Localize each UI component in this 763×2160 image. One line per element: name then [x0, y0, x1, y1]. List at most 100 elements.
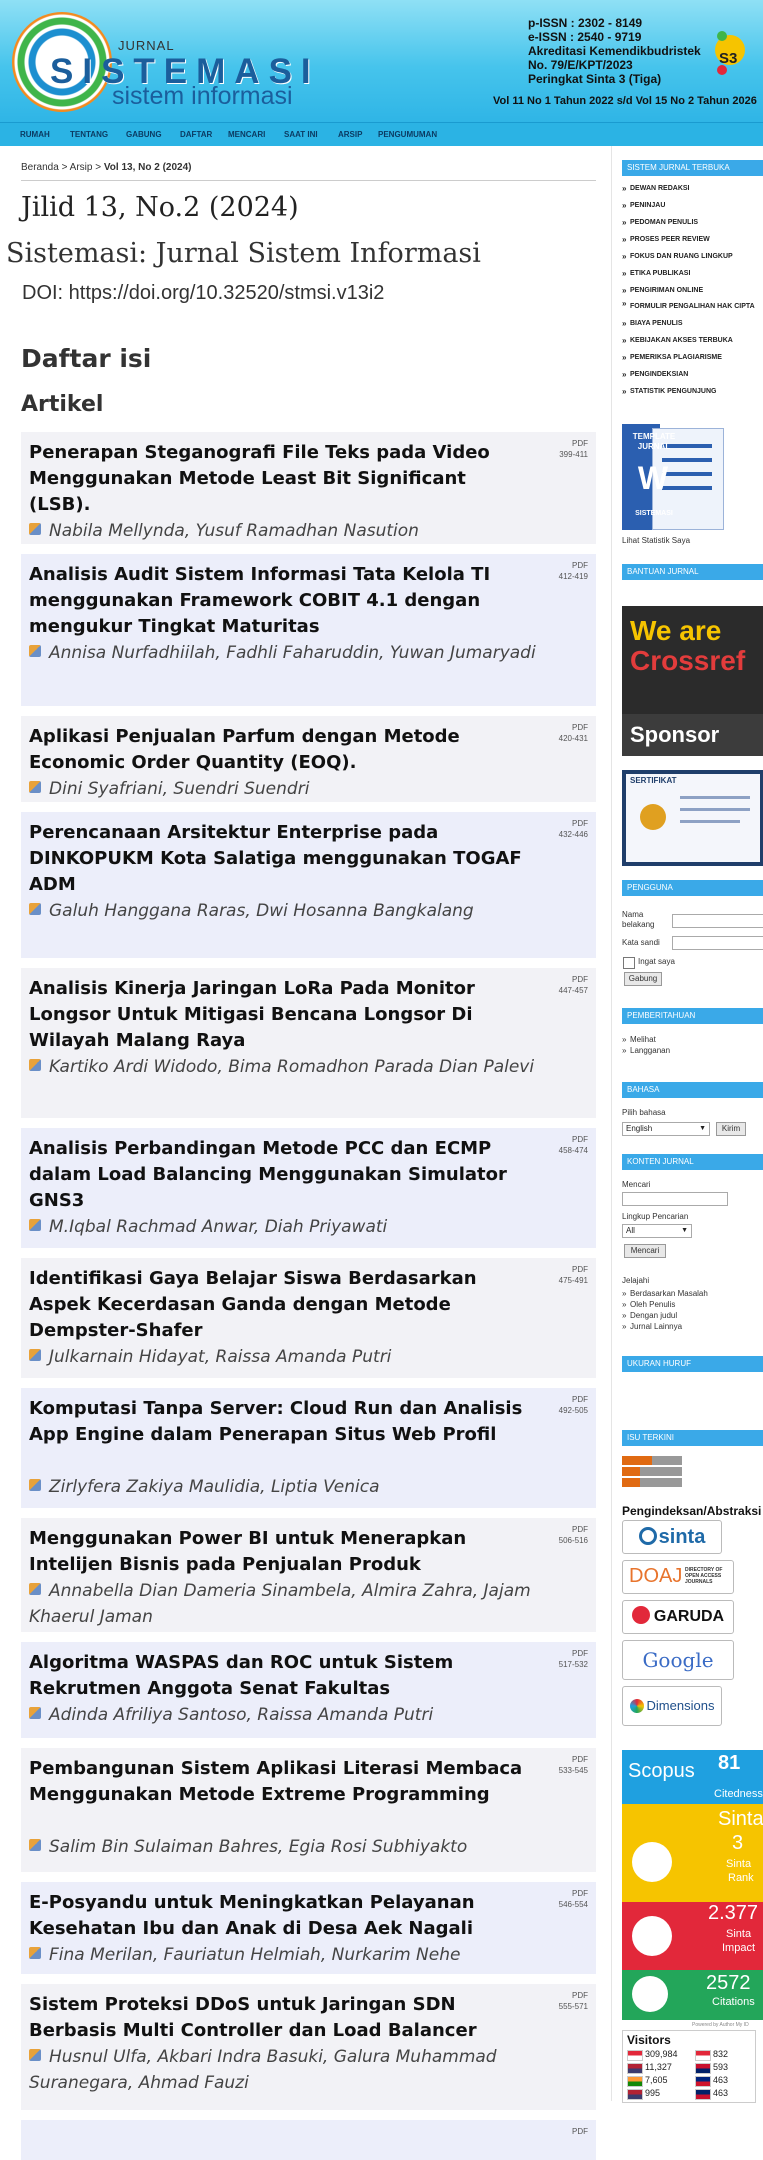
certificate-image[interactable]: SERTIFIKAT — [622, 770, 763, 866]
article-title-link[interactable]: Analisis Kinerja Jaringan LoRa Pada Moni… — [29, 976, 529, 1054]
stats-link[interactable]: Lihat Statistik Saya — [622, 536, 690, 545]
article-title-link[interactable]: Algoritma WASPAS dan ROC untuk Sistem Re… — [29, 1650, 529, 1702]
login-button[interactable]: Gabung — [624, 972, 662, 986]
article-pdf-link[interactable]: PDF 412-419 — [559, 560, 588, 582]
article-title-link[interactable]: E-Posyandu untuk Meningkatkan Pelayanan … — [29, 1890, 529, 1942]
sidebar-head-help[interactable]: BANTUAN JURNAL — [622, 564, 763, 580]
sidebar-menu-item[interactable]: KEBIJAKAN AKSES TERBUKA — [622, 332, 763, 349]
language-submit-button[interactable]: Kirim — [716, 1122, 746, 1136]
language-select[interactable]: English ▼ — [622, 1122, 710, 1136]
feed-icons[interactable] — [622, 1456, 682, 1490]
pdf-label[interactable]: PDF — [559, 1990, 588, 2001]
article-pdf-link[interactable]: PDF 533-545 — [559, 1754, 588, 1776]
sidebar-menu-item[interactable]: PENINJAU — [622, 197, 763, 214]
breadcrumb-archive[interactable]: Arsip — [70, 162, 93, 173]
username-input[interactable] — [672, 914, 763, 928]
sidebar-menu-item[interactable]: DEWAN REDAKSI — [622, 180, 763, 197]
pdf-label[interactable]: PDF — [559, 1264, 588, 1275]
rss1-feed-icon[interactable] — [622, 1478, 682, 1487]
article-pdf-link[interactable]: PDF 420-431 — [559, 722, 588, 744]
pdf-label[interactable]: PDF — [559, 974, 588, 985]
article-title-link[interactable]: Aplikasi Penjualan Parfum dengan Metode … — [29, 724, 529, 776]
article-pdf-link[interactable]: PDF 506-516 — [559, 1524, 588, 1546]
article-pdf-link[interactable]: PDF 447-457 — [559, 974, 588, 996]
article-pdf-link[interactable]: PDF 555-571 — [559, 1990, 588, 2012]
search-button[interactable]: Mencari — [624, 1244, 666, 1258]
article-title-link[interactable]: Penerapan Steganografi File Teks pada Vi… — [29, 440, 529, 518]
article-title-link[interactable]: Komputasi Tanpa Server: Cloud Run dan An… — [29, 1396, 529, 1448]
nav-login[interactable]: DAFTAR — [180, 123, 212, 147]
notification-subscribe-link[interactable]: Langganan — [622, 1045, 670, 1056]
scope-select[interactable]: All ▼ — [622, 1224, 692, 1238]
author-icon — [29, 1349, 41, 1361]
nav-about[interactable]: TENTANG — [70, 123, 108, 147]
pdf-label[interactable]: PDF — [559, 1134, 588, 1145]
article-title-link[interactable]: Analisis Audit Sistem Informasi Tata Kel… — [29, 562, 529, 640]
sidebar-menu-item[interactable]: PEMERIKSA PLAGIARISME — [622, 349, 763, 366]
pdf-label[interactable]: PDF — [559, 560, 588, 571]
remember-checkbox[interactable] — [623, 957, 635, 969]
scopus-sinta-widget[interactable]: Scopus 81 Citedness Sinta 3 Sinta Rank 2… — [622, 1750, 763, 2020]
garuda-index-logo[interactable]: GARUDA — [622, 1600, 734, 1634]
password-input[interactable] — [672, 936, 763, 950]
pdf-label[interactable]: PDF — [559, 1394, 588, 1405]
doaj-index-logo[interactable]: DOAJ DIRECTORY OF OPEN ACCESS JOURNALS — [622, 1560, 734, 1594]
sidebar-menu-item[interactable]: PENGINDEKSIAN — [622, 366, 763, 383]
sidebar-head-open-journal[interactable]: SISTEM JURNAL TERBUKA — [622, 160, 763, 176]
article-pdf-link[interactable]: PDF 546-554 — [559, 1888, 588, 1910]
atom-feed-icon[interactable] — [622, 1456, 682, 1465]
pdf-label[interactable]: PDF — [559, 438, 588, 449]
sidebar-menu-item[interactable]: PEDOMAN PENULIS — [622, 214, 763, 231]
sidebar-menu-item[interactable]: FOKUS DAN RUANG LINGKUP — [622, 248, 763, 265]
article-title-link[interactable]: Perencanaan Arsitektur Enterprise pada D… — [29, 820, 529, 898]
sidebar-menu-item[interactable]: FORMULIR PENGALIHAN HAK CIPTA — [622, 299, 763, 315]
article-pdf-link[interactable]: PDF 492-505 — [559, 1394, 588, 1416]
article-title-link[interactable]: Analisis Perbandingan Metode PCC dan ECM… — [29, 1136, 529, 1214]
article-title-link[interactable]: Identifikasi Gaya Belajar Siswa Berdasar… — [29, 1266, 529, 1344]
sidebar-menu-item[interactable]: PENGIRIMAN ONLINE — [622, 282, 763, 299]
article-pdf-link[interactable]: PDF — [572, 2126, 588, 2137]
pdf-label[interactable]: PDF — [559, 818, 588, 829]
article-pdf-link[interactable]: PDF 399-411 — [559, 438, 588, 460]
sinta-index-logo[interactable]: sinta — [622, 1520, 722, 1554]
browse-other-journals-link[interactable]: Jurnal Lainnya — [622, 1321, 708, 1332]
dimensions-index-logo[interactable]: Dimensions — [622, 1686, 722, 1726]
browse-by-issue-link[interactable]: Berdasarkan Masalah — [622, 1288, 708, 1299]
article-title-link[interactable]: Sistem Proteksi DDoS untuk Jaringan SDN … — [29, 1992, 529, 2044]
article-title-link[interactable]: Menggunakan Power BI untuk Menerapkan In… — [29, 1526, 529, 1578]
rss2-feed-icon[interactable] — [622, 1467, 682, 1476]
article-pdf-link[interactable]: PDF 475-491 — [559, 1264, 588, 1286]
article-pdf-link[interactable]: PDF 458-474 — [559, 1134, 588, 1156]
template-journal-icon[interactable]: TEMPLATE JURNAL W SISTEMASI — [622, 424, 724, 530]
nav-home[interactable]: RUMAH — [20, 123, 50, 147]
visitors-widget[interactable]: Visitors 309,984 832 11,327 593 7,605 463 995 4… — [622, 2030, 756, 2103]
article-pdf-link[interactable]: PDF 432-446 — [559, 818, 588, 840]
sidebar-menu-item[interactable]: STATISTIK PENGUNJUNG — [622, 383, 763, 400]
browse-by-author-link[interactable]: Oleh Penulis — [622, 1299, 708, 1310]
nav-register[interactable]: GABUNG — [126, 123, 162, 147]
pdf-label[interactable]: PDF — [559, 722, 588, 733]
article-title-link[interactable]: Pembangunan Sistem Aplikasi Literasi Mem… — [29, 1756, 529, 1808]
nav-current[interactable]: SAAT INI — [284, 123, 318, 147]
search-input[interactable] — [622, 1192, 728, 1206]
google-scholar-index-logo[interactable]: Google — [622, 1640, 734, 1680]
breadcrumb-home[interactable]: Beranda — [21, 162, 59, 173]
article-pdf-link[interactable]: PDF 517-532 — [559, 1648, 588, 1670]
pdf-label[interactable]: PDF — [559, 1524, 588, 1535]
breadcrumb-current[interactable]: Vol 13, No 2 (2024) — [104, 162, 192, 173]
nav-announcements[interactable]: PENGUMUMAN — [378, 123, 437, 147]
nav-archive[interactable]: ARSIP — [338, 123, 362, 147]
pdf-label[interactable]: PDF — [559, 1754, 588, 1765]
sinta-logo-icon — [638, 1527, 657, 1545]
browse-by-title-link[interactable]: Dengan judul — [622, 1310, 708, 1321]
issue-doi[interactable]: DOI: https://doi.org/10.32520/stmsi.v13i… — [22, 282, 384, 305]
sidebar-menu-item[interactable]: BIAYA PENULIS — [622, 315, 763, 332]
sidebar-menu-item[interactable]: ETIKA PUBLIKASI — [622, 265, 763, 282]
notification-view-link[interactable]: Melihat — [622, 1034, 670, 1045]
pdf-label[interactable]: PDF — [559, 1648, 588, 1659]
sidebar-menu-item[interactable]: PROSES PEER REVIEW — [622, 231, 763, 248]
pdf-label[interactable]: PDF — [559, 1888, 588, 1899]
nav-search[interactable]: MENCARI — [228, 123, 265, 147]
crossref-sponsor-banner[interactable]: We are Crossref Sponsor — [622, 606, 763, 756]
pdf-label[interactable]: PDF — [572, 2126, 588, 2137]
